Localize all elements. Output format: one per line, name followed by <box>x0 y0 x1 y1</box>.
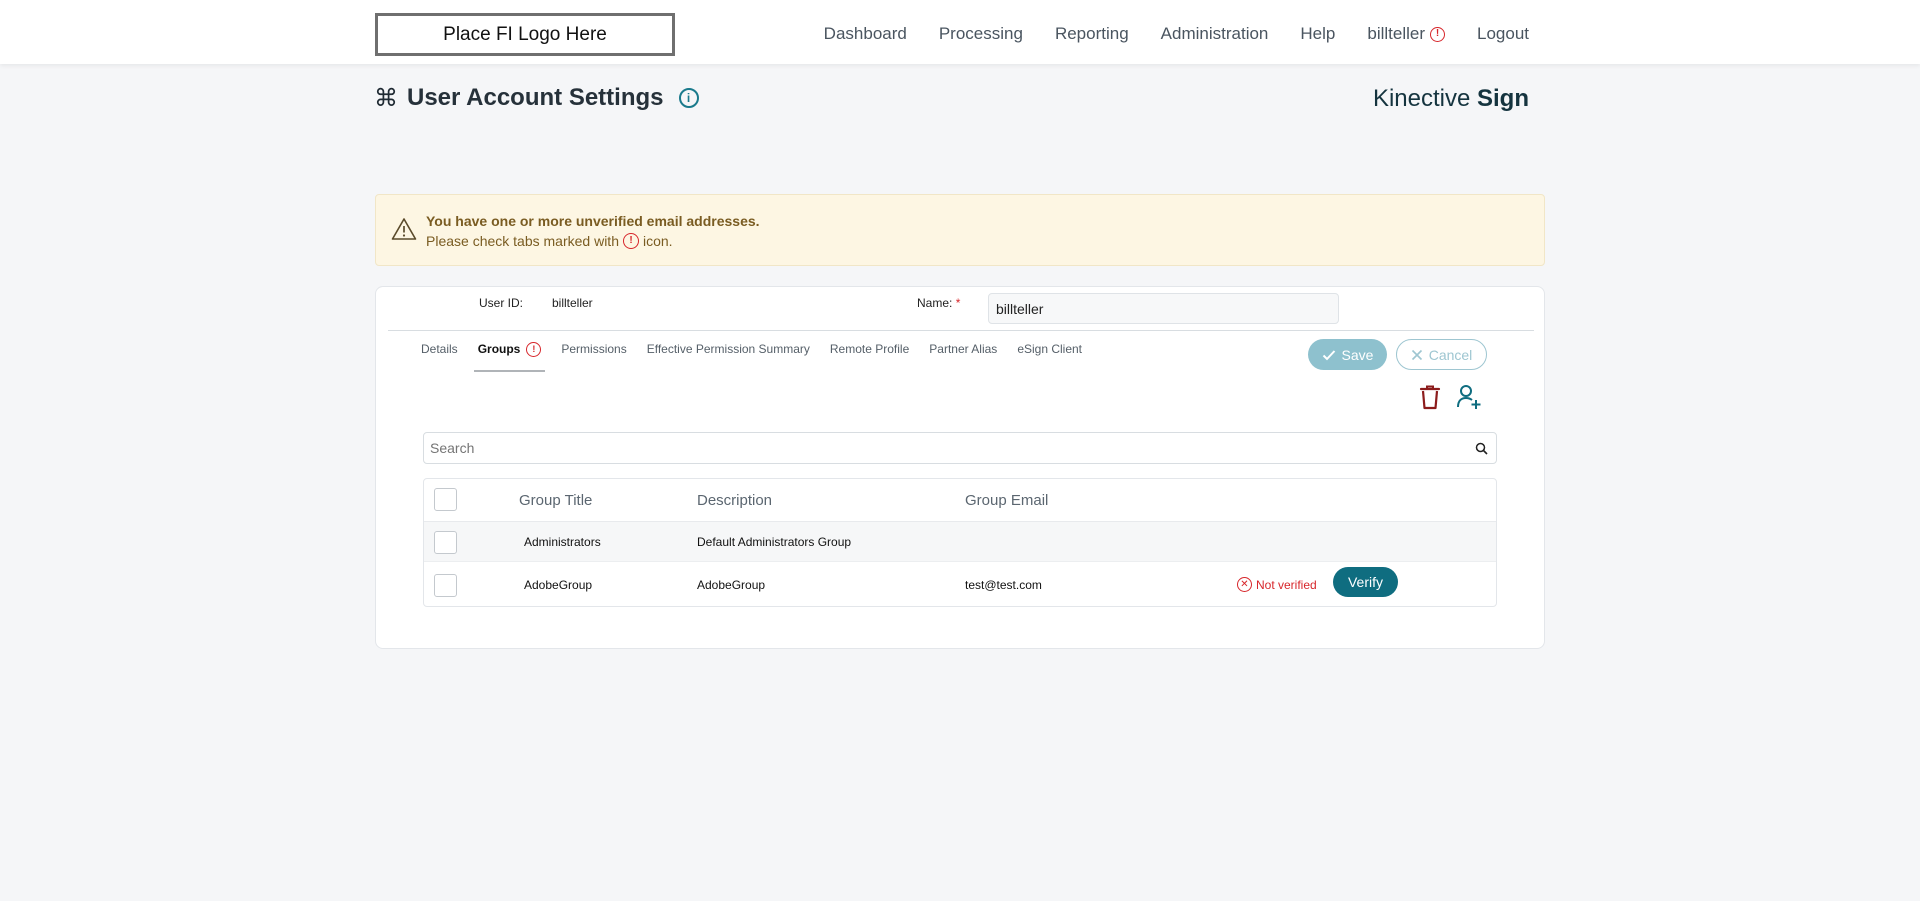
tab-permissions[interactable]: Permissions <box>561 342 626 372</box>
alert-message-prefix: Please check tabs marked with <box>426 233 619 249</box>
name-label: Name: * <box>917 296 960 310</box>
tab-details[interactable]: Details <box>421 342 458 372</box>
nav-administration[interactable]: Administration <box>1161 24 1269 44</box>
fi-logo-placeholder[interactable]: Place FI Logo Here <box>375 13 675 56</box>
nav-user-menu[interactable]: billteller ! <box>1367 24 1445 44</box>
user-id-value: billteller <box>552 296 593 310</box>
save-button-label: Save <box>1341 346 1374 363</box>
page-header: ⌘ User Account Settings i <box>374 83 699 113</box>
warning-triangle-icon <box>391 218 417 240</box>
name-field[interactable] <box>988 293 1339 324</box>
table-row[interactable]: Administrators Default Administrators Gr… <box>424 522 1496 562</box>
description-cell: Default Administrators Group <box>697 535 852 549</box>
tab-label: Effective Permission Summary <box>646 342 810 356</box>
command-key-icon: ⌘ <box>374 84 398 112</box>
nav-logout[interactable]: Logout <box>1477 24 1529 44</box>
divider <box>388 330 1534 331</box>
nav-user-label: billteller <box>1367 24 1425 43</box>
main-nav: Dashboard Processing Reporting Administr… <box>792 0 1529 68</box>
group-email-cell: test@test.com <box>965 578 1042 592</box>
row-checkbox[interactable] <box>434 531 457 554</box>
tab-esign-client[interactable]: eSign Client <box>1017 342 1082 372</box>
tab-effective-permission-summary[interactable]: Effective Permission Summary <box>647 342 810 372</box>
top-navigation-bar: Place FI Logo Here Dashboard Processing … <box>0 0 1920 64</box>
checkmark-icon <box>1322 349 1335 360</box>
tab-groups[interactable]: Groups ! <box>473 342 546 372</box>
warning-exclamation-icon: ! <box>1430 26 1445 42</box>
unverified-email-alert: You have one or more unverified email ad… <box>375 194 1545 266</box>
status-label: Not verified <box>1256 577 1317 592</box>
info-icon[interactable]: i <box>678 88 699 108</box>
search-box <box>423 432 1497 464</box>
page-title: User Account Settings <box>407 84 664 111</box>
error-x-icon: ✕ <box>1237 577 1252 592</box>
brand-name-bold: Sign <box>1477 85 1529 112</box>
alert-message: Please check tabs marked with ! icon. <box>426 233 673 249</box>
name-label-text: Name: <box>917 296 953 310</box>
brand-name: Kinective <box>1372 85 1477 112</box>
tab-label: Partner Alias <box>929 342 998 356</box>
search-icon[interactable] <box>1475 442 1488 455</box>
not-verified-status: ✕ Not verified <box>1237 577 1317 592</box>
add-user-icon[interactable] <box>1456 383 1482 411</box>
search-input[interactable] <box>424 433 1454 463</box>
table-header: Group Title Description Group Email <box>424 479 1496 522</box>
brand-logo: Kinective Sign <box>1373 85 1529 113</box>
user-settings-card: User ID: billteller Name: * Details Grou… <box>375 286 1545 649</box>
group-title-cell: AdobeGroup <box>524 578 593 592</box>
tab-label: Remote Profile <box>829 342 910 356</box>
nav-processing[interactable]: Processing <box>939 24 1023 44</box>
warning-exclamation-icon: ! <box>622 233 639 249</box>
tab-label: eSign Client <box>1017 342 1083 356</box>
alert-message-suffix: icon. <box>642 233 673 249</box>
tab-label: Permissions <box>561 342 627 356</box>
trash-icon[interactable] <box>1418 383 1442 411</box>
verify-button[interactable]: Verify <box>1333 567 1398 597</box>
warning-exclamation-icon: ! <box>526 342 542 357</box>
tab-label: Details <box>421 342 458 356</box>
cancel-button-label: Cancel <box>1428 346 1473 363</box>
alert-title: You have one or more unverified email ad… <box>426 213 760 229</box>
group-title-cell: Administrators <box>524 535 601 549</box>
tab-remote-profile[interactable]: Remote Profile <box>830 342 909 372</box>
tab-partner-alias[interactable]: Partner Alias <box>929 342 997 372</box>
cancel-button[interactable]: Cancel <box>1396 339 1487 370</box>
nav-reporting[interactable]: Reporting <box>1055 24 1129 44</box>
tab-label: Groups <box>477 342 521 356</box>
table-row[interactable]: AdobeGroup AdobeGroup test@test.com ✕ No… <box>424 562 1496 606</box>
column-header-group-email[interactable]: Group Email <box>965 492 1048 509</box>
user-id-label: User ID: <box>479 296 524 310</box>
row-checkbox[interactable] <box>434 574 457 597</box>
column-header-group-title[interactable]: Group Title <box>519 492 592 509</box>
groups-table: Group Title Description Group Email Admi… <box>423 478 1497 607</box>
select-all-checkbox[interactable] <box>434 488 457 511</box>
column-header-description[interactable]: Description <box>697 492 772 509</box>
close-icon <box>1411 349 1422 360</box>
settings-tabs: Details Groups ! Permissions Effective P… <box>421 342 1102 372</box>
nav-dashboard[interactable]: Dashboard <box>824 24 907 44</box>
save-button[interactable]: Save <box>1308 339 1387 370</box>
nav-help[interactable]: Help <box>1300 24 1335 44</box>
description-cell: AdobeGroup <box>697 578 766 592</box>
required-marker: * <box>955 296 961 310</box>
